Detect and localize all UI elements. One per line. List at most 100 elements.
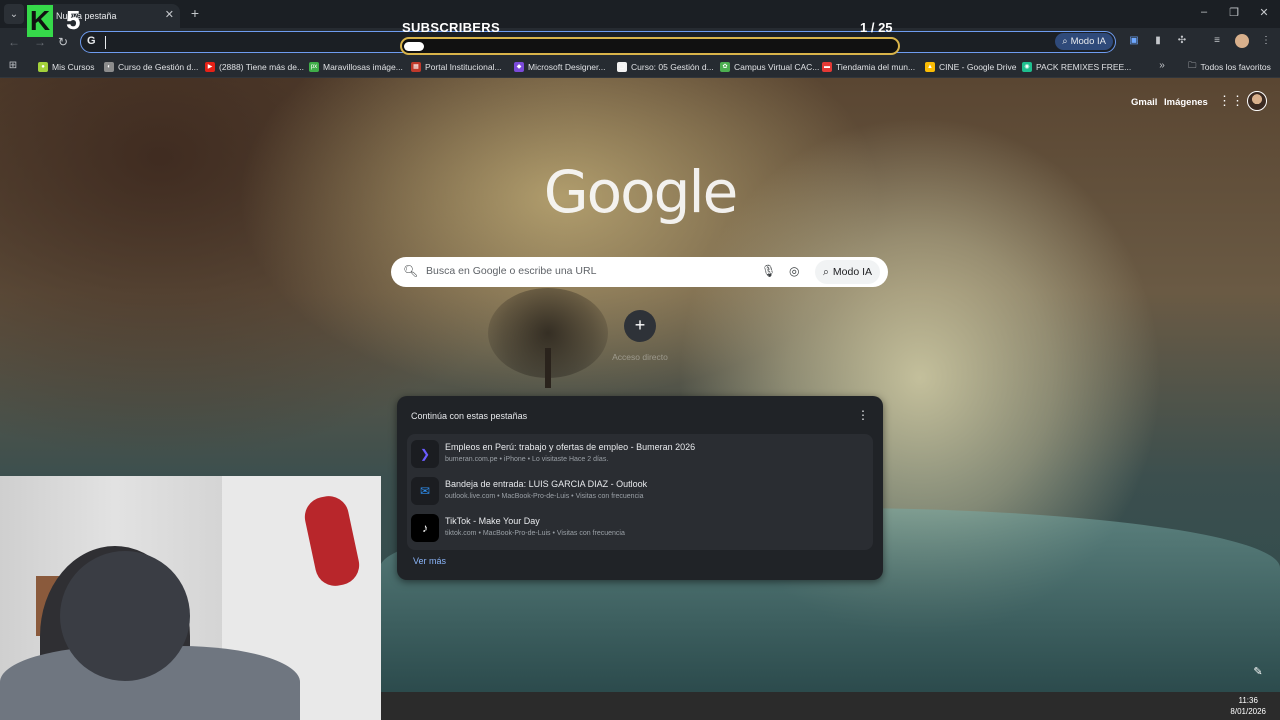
- bookmark-label: Curso: 05 Gestión d...: [631, 62, 714, 72]
- list-item-title: TikTok - Make Your Day: [445, 516, 540, 526]
- clock-date: 8/01/2026: [1230, 707, 1266, 716]
- modo-ia-search-label: Modo IA: [832, 266, 872, 278]
- search-input[interactable]: Busca en Google o escribe una URL: [426, 265, 596, 277]
- extension-icon[interactable]: ▣: [1127, 34, 1141, 48]
- tiktok-icon: ♪: [411, 514, 439, 542]
- background-tree-trunk: [545, 348, 551, 388]
- bookmark-label: (2888) Tiene más de...: [219, 62, 305, 72]
- modo-ia-button[interactable]: ⌕ Modo IA: [1055, 33, 1113, 50]
- channel-logo: K: [27, 5, 53, 37]
- reading-list-icon[interactable]: ≡: [1210, 34, 1224, 48]
- list-item-title: Empleos en Perú: trabajo y ofertas de em…: [445, 442, 696, 452]
- minimize-icon[interactable]: –: [1196, 6, 1212, 18]
- bookmark-favicon-icon: ●: [38, 62, 48, 72]
- modo-ia-search-button[interactable]: ⌕ Modo IA: [815, 260, 880, 284]
- bookmark-label: Campus Virtual CAC...: [734, 62, 820, 72]
- system-clock[interactable]: 11:36 8/01/2026: [1230, 695, 1266, 717]
- bookmark-label: PACK REMIXES FREE...: [1036, 62, 1132, 72]
- bookmark-favicon-icon: px: [309, 62, 319, 72]
- subscribers-label: SUBSCRIBERS: [402, 20, 500, 35]
- bookmark-item[interactable]: ▶ (2888) Tiene más de...: [205, 60, 304, 74]
- channel-logo-number: 5: [66, 5, 81, 35]
- chevron-right-icon[interactable]: »: [1155, 59, 1169, 73]
- bookmark-item[interactable]: ◉ PACK REMIXES FREE...: [1022, 60, 1131, 74]
- bookmark-label: Mis Cursos: [52, 62, 95, 72]
- google-logo: Google: [543, 158, 739, 226]
- tab-search-icon[interactable]: ⌄: [4, 4, 24, 24]
- gmail-link[interactable]: Gmail: [1131, 97, 1157, 108]
- bookmark-favicon-icon: ▢: [617, 62, 627, 72]
- list-item-tiktok[interactable]: ♪ TikTok - Make Your Day tiktok.com • Ma…: [407, 510, 873, 546]
- subscribers-progress-fill: [404, 42, 424, 51]
- bookmark-favicon-icon: ▶: [205, 62, 215, 72]
- bookmark-favicon-icon: ▬: [822, 62, 832, 72]
- menu-dots-icon[interactable]: ⋮: [1259, 34, 1273, 48]
- modo-ia-label: Modo IA: [1070, 36, 1106, 47]
- extension-icon[interactable]: ▮: [1151, 34, 1165, 48]
- subscribers-count: 1 / 25: [860, 20, 893, 35]
- webcam-overlay: [0, 476, 381, 720]
- bookmark-item[interactable]: ● Mis Cursos: [38, 60, 95, 74]
- list-item-subtitle: tiktok.com • MacBook-Pro-de-Luis • Visit…: [445, 530, 625, 537]
- restore-icon[interactable]: ❐: [1226, 6, 1242, 19]
- search-sparkle-icon: ⌕: [1062, 36, 1068, 47]
- more-options-icon[interactable]: ⋮: [857, 408, 869, 422]
- images-link[interactable]: Imágenes: [1164, 97, 1208, 108]
- outlook-icon: ✉: [411, 477, 439, 505]
- reload-icon[interactable]: ↻: [55, 34, 71, 50]
- text-caret: [105, 36, 106, 49]
- extensions-puzzle-icon[interactable]: ✣: [1175, 34, 1189, 48]
- see-more-link[interactable]: Ver más: [413, 556, 446, 566]
- bookmark-item[interactable]: ▲ CINE - Google Drive: [925, 60, 1016, 74]
- folder-icon: 🗀: [1188, 60, 1197, 70]
- subscribers-progress-bar: [400, 37, 900, 55]
- all-bookmarks-folder[interactable]: 🗀 Todos los favoritos: [1188, 60, 1271, 74]
- bookmark-item[interactable]: ◆ Microsoft Designer...: [514, 60, 605, 74]
- camera-lens-icon[interactable]: ◎: [789, 264, 799, 278]
- bookmark-favicon-icon: ▲: [925, 62, 935, 72]
- account-avatar[interactable]: [1247, 91, 1267, 111]
- shortcut-label: Acceso directo: [612, 352, 668, 362]
- list-item-outlook[interactable]: ✉ Bandeja de entrada: LUIS GARCIA DIAZ -…: [407, 473, 873, 509]
- bookmark-item[interactable]: ✿ Campus Virtual CAC...: [720, 60, 819, 74]
- bookmark-label: Portal Institucional...: [425, 62, 502, 72]
- continue-tabs-card: Continúa con estas pestañas ⋮ ❯ Empleos …: [397, 396, 883, 580]
- clock-time: 11:36: [1238, 696, 1258, 705]
- google-icon: G: [87, 35, 96, 47]
- bookmark-favicon-icon: ◆: [514, 62, 524, 72]
- bookmark-favicon-icon: ◐: [104, 62, 114, 72]
- bookmark-item[interactable]: ▦ Portal Institucional...: [411, 60, 502, 74]
- bookmarks-bar: ⊞ ● Mis Cursos ◐ Curso de Gestión d... ▶ (288…: [0, 56, 1280, 78]
- bookmark-label: CINE - Google Drive: [939, 62, 1017, 72]
- bookmark-item[interactable]: ▬ Tiendamia del mun...: [822, 60, 915, 74]
- webcam-person-cap: [60, 551, 190, 681]
- close-tab-icon[interactable]: ✕: [165, 8, 174, 21]
- bookmark-label: Microsoft Designer...: [528, 62, 606, 72]
- add-shortcut-button[interactable]: +: [624, 310, 656, 342]
- list-item-subtitle: outlook.live.com • MacBook-Pro-de-Luis •…: [445, 493, 644, 500]
- close-window-icon[interactable]: ✕: [1256, 6, 1272, 19]
- bookmark-favicon-icon: ◉: [1022, 62, 1032, 72]
- bookmark-label: Curso de Gestión d...: [118, 62, 199, 72]
- list-item-title: Bandeja de entrada: LUIS GARCIA DIAZ - O…: [445, 479, 648, 489]
- continue-list: ❯ Empleos en Perú: trabajo y ofertas de …: [407, 434, 873, 550]
- customize-pencil-icon[interactable]: ✎: [1249, 663, 1267, 681]
- google-apps-icon[interactable]: ⋮⋮: [1218, 94, 1244, 108]
- bookmark-label: Maravillosas imáge...: [323, 62, 403, 72]
- tab-strip: ⌄ Nueva pestaña ✕ + – ❐ ✕: [0, 0, 1280, 28]
- bookmark-favicon-icon: ✿: [720, 62, 730, 72]
- bookmark-item[interactable]: ◐ Curso de Gestión d...: [104, 60, 198, 74]
- search-box[interactable]: 🔍︎ Busca en Google o escribe una URL 🎙︎ …: [391, 257, 888, 287]
- apps-grid-icon[interactable]: ⊞: [6, 59, 20, 73]
- profile-avatar-icon[interactable]: [1235, 34, 1249, 48]
- bookmark-favicon-icon: ▦: [411, 62, 421, 72]
- bookmark-item[interactable]: ▢ Curso: 05 Gestión d...: [617, 60, 714, 74]
- bookmark-label: Tiendamia del mun...: [836, 62, 916, 72]
- new-tab-button[interactable]: +: [186, 4, 204, 22]
- list-item-bumeran[interactable]: ❯ Empleos en Perú: trabajo y ofertas de …: [407, 436, 873, 472]
- bookmark-item[interactable]: px Maravillosas imáge...: [309, 60, 403, 74]
- microphone-icon[interactable]: 🎙︎: [761, 264, 776, 278]
- back-icon[interactable]: ←: [6, 34, 22, 50]
- search-icon: 🔍︎: [403, 264, 419, 278]
- all-bookmarks-label: Todos los favoritos: [1200, 62, 1271, 72]
